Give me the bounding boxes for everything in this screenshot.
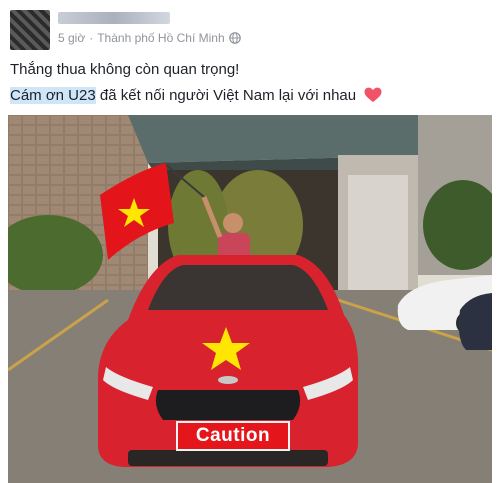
post-location[interactable]: Thành phố Hồ Chí Minh [97, 31, 224, 45]
author-name-blurred[interactable] [58, 12, 170, 24]
caution-sign: Caution [176, 421, 290, 451]
post-text-line-1: Thắng thua không còn quan trọng! [10, 61, 240, 78]
post-timestamp[interactable]: 5 giờ [58, 31, 85, 45]
facebook-post: 5 giờ · Thành phố Hồ Chí Minh Thắng thua… [0, 0, 500, 483]
post-text-line-2: Cám ơn U23 đã kết nối người Việt Nam lại… [10, 86, 382, 106]
post-text-rest: đã kết nối người Việt Nam lại với nhau [95, 87, 357, 104]
post-meta: 5 giờ · Thành phố Hồ Chí Minh [58, 31, 241, 45]
meta-separator: · [89, 31, 94, 45]
post-photo[interactable]: Caution [8, 115, 492, 483]
avatar[interactable] [10, 10, 50, 50]
globe-icon[interactable] [228, 32, 241, 44]
heart-icon [364, 87, 382, 102]
post-text-highlight: Cám ơn U23 [10, 87, 96, 104]
